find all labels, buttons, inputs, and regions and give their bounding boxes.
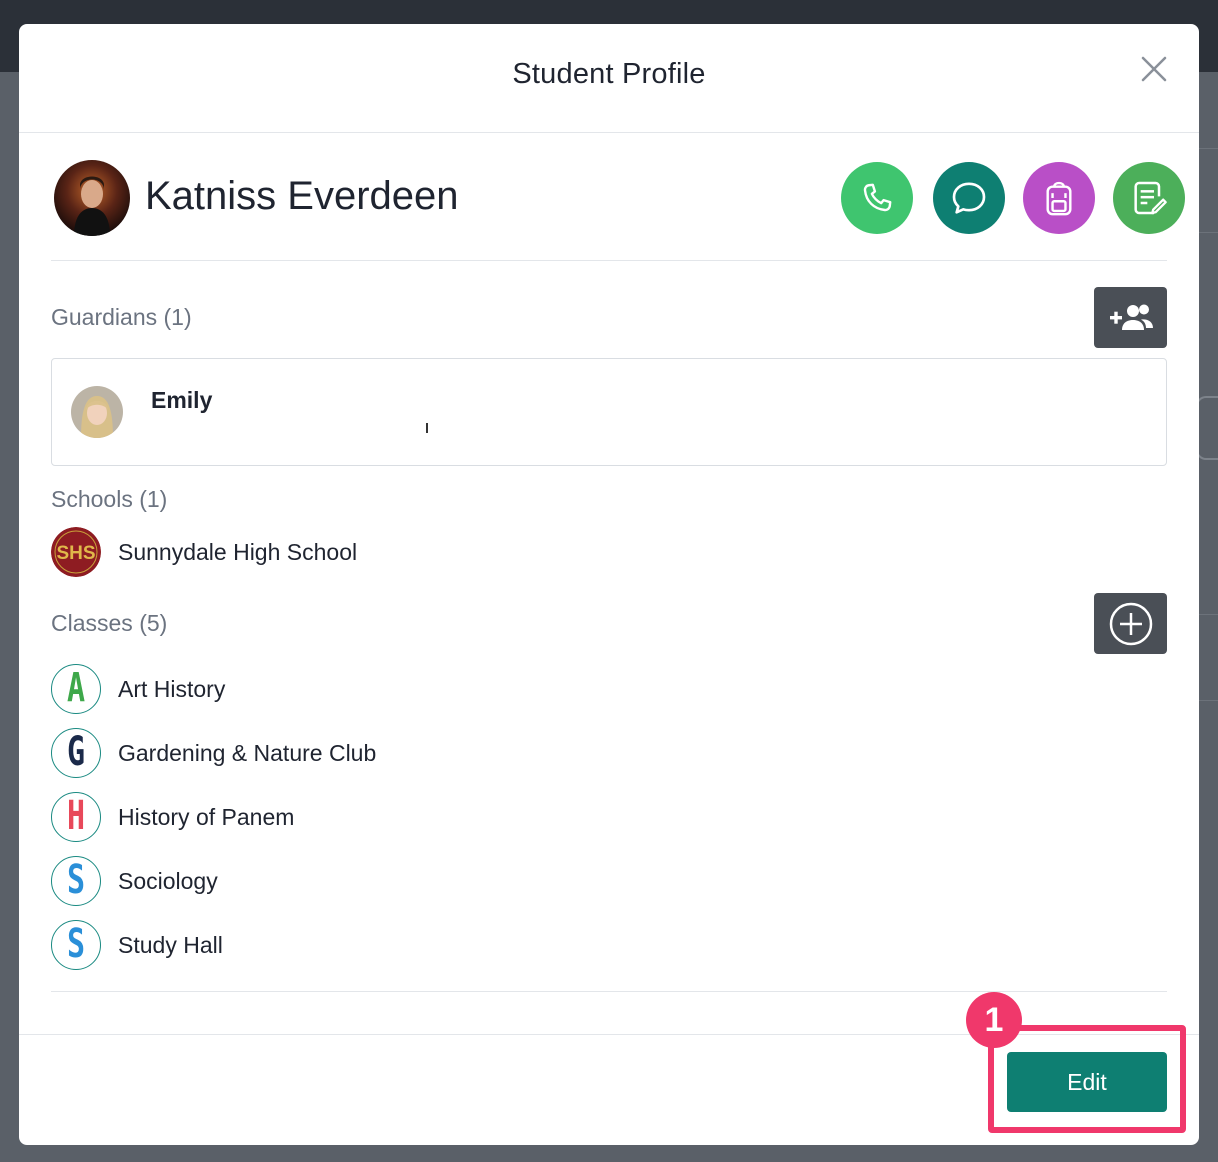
backpack-button[interactable] bbox=[1023, 162, 1095, 234]
school-logo-text: SHS bbox=[56, 543, 95, 564]
class-letter: H bbox=[66, 792, 86, 840]
class-name: Sociology bbox=[118, 868, 218, 894]
step-badge: 1 bbox=[966, 992, 1022, 1048]
add-guardian-button[interactable] bbox=[1094, 287, 1167, 348]
class-name: History of Panem bbox=[118, 804, 295, 830]
background-divider bbox=[1198, 232, 1218, 233]
background-divider bbox=[1198, 700, 1218, 701]
class-icon: H bbox=[51, 792, 101, 842]
class-letter: G bbox=[66, 728, 86, 776]
class-icon: A bbox=[51, 664, 101, 714]
class-item[interactable]: H History of Panem bbox=[51, 792, 751, 844]
class-name: Study Hall bbox=[118, 932, 223, 958]
class-letter: A bbox=[66, 664, 86, 712]
class-item[interactable]: G Gardening & Nature Club bbox=[51, 728, 751, 780]
student-name: Katniss Everdeen bbox=[145, 174, 459, 218]
background-divider bbox=[1198, 614, 1218, 615]
student-profile-modal: Student Profile Katniss Everdeen Guardia… bbox=[19, 24, 1199, 1145]
school-logo: SHS bbox=[51, 527, 101, 577]
modal-title: Student Profile bbox=[512, 58, 706, 90]
notes-edit-icon bbox=[1134, 181, 1167, 215]
class-item[interactable]: S Sociology bbox=[51, 856, 751, 908]
student-avatar bbox=[54, 160, 130, 236]
guardian-name: Emily bbox=[151, 387, 213, 413]
message-button[interactable] bbox=[933, 162, 1005, 234]
classes-label: Classes (5) bbox=[51, 610, 168, 636]
class-name: Gardening & Nature Club bbox=[118, 740, 377, 766]
class-name: Art History bbox=[118, 676, 226, 702]
add-people-icon bbox=[1109, 304, 1153, 330]
chat-icon bbox=[952, 182, 986, 214]
notes-button[interactable] bbox=[1113, 162, 1185, 234]
guardian-card[interactable]: Emily bbox=[51, 358, 1167, 466]
class-icon: S bbox=[51, 856, 101, 906]
class-letter: S bbox=[66, 920, 86, 968]
close-icon bbox=[1141, 56, 1167, 82]
call-button[interactable] bbox=[841, 162, 913, 234]
backpack-icon bbox=[1046, 181, 1072, 216]
class-letter: S bbox=[66, 856, 86, 904]
class-item[interactable]: S Study Hall bbox=[51, 920, 751, 972]
background-control bbox=[1196, 396, 1218, 460]
school-item[interactable]: SHS Sunnydale High School bbox=[51, 527, 751, 579]
class-icon: G bbox=[51, 728, 101, 778]
guardian-avatar bbox=[71, 386, 123, 438]
close-button[interactable] bbox=[1139, 54, 1169, 84]
modal-header: Student Profile bbox=[19, 24, 1199, 133]
phone-icon bbox=[863, 183, 892, 212]
background-divider bbox=[1198, 148, 1218, 149]
guardian-detail-mark bbox=[426, 423, 428, 433]
class-item[interactable]: A Art History bbox=[51, 664, 751, 716]
step-highlight-box bbox=[988, 1025, 1186, 1133]
class-icon: S bbox=[51, 920, 101, 970]
plus-circle-icon bbox=[1109, 602, 1152, 645]
schools-label: Schools (1) bbox=[51, 486, 168, 512]
guardians-label: Guardians (1) bbox=[51, 304, 192, 330]
student-header: Katniss Everdeen bbox=[51, 160, 1185, 261]
school-name: Sunnydale High School bbox=[118, 539, 358, 565]
add-class-button[interactable] bbox=[1094, 593, 1167, 654]
